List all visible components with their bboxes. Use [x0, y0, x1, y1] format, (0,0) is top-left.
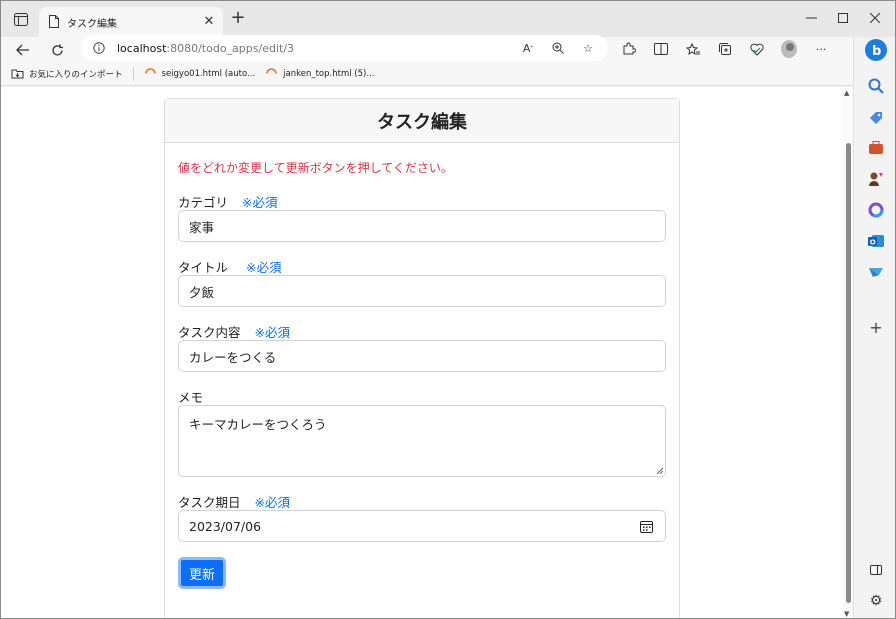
browser-window: タスク編集 ✕ + localhost:8080/todo_apps/edit/… [0, 0, 896, 619]
input-value: 家事 [189, 219, 215, 235]
edge-sidebar: b O + ⚙ [853, 37, 895, 618]
required-mark: ※必須 [254, 495, 290, 510]
read-aloud-icon[interactable]: Aᐩ [520, 40, 536, 56]
tab-title: タスク編集 [67, 18, 117, 30]
memo-textarea[interactable]: キーマカレーをつくろう [178, 405, 666, 477]
input-value: 2023/07/06 [189, 518, 262, 534]
url-path: :8080/todo_apps/edit/3 [166, 41, 295, 55]
field-memo: メモ キーマカレーをつくろう [178, 387, 666, 477]
more-options-icon[interactable]: ··· [813, 41, 829, 57]
url-text: localhost:8080/todo_apps/edit/3 [117, 42, 294, 55]
maximize-icon[interactable] [835, 10, 851, 26]
bookmark-import[interactable]: お気に入りのインポート [11, 67, 123, 80]
required-mark: ※必須 [246, 260, 282, 275]
textarea-value: キーマカレーをつくろう [189, 417, 327, 432]
page-scrollbar[interactable]: ▲ ▼ [843, 87, 853, 618]
due-date-input[interactable]: 2023/07/06 [178, 510, 666, 542]
field-title: タイトル ※必須 夕飯 [178, 257, 666, 307]
close-icon[interactable]: ✕ [201, 13, 217, 29]
field-category: カテゴリ ※必須 家事 [178, 192, 666, 242]
zoom-icon[interactable] [550, 40, 566, 56]
address-bar[interactable]: localhost:8080/todo_apps/edit/3 Aᐩ ☆ [81, 35, 608, 61]
navigation-bar: localhost:8080/todo_apps/edit/3 Aᐩ ☆ ··· [1, 35, 853, 62]
field-label: タスク内容 [178, 325, 241, 340]
task-content-input[interactable]: カレーをつくる [178, 340, 666, 372]
scroll-down-arrow-icon[interactable]: ▼ [844, 610, 849, 618]
page-title: タスク編集 [377, 111, 467, 133]
card-body: 値をどれか変更して更新ボタンを押してください。 カテゴリ ※必須 家事 タイトル… [165, 143, 679, 603]
shopping-tag-icon[interactable] [867, 109, 885, 127]
minimize-icon[interactable] [803, 10, 819, 26]
bookmark-divider [132, 66, 134, 81]
info-icon[interactable] [93, 39, 105, 58]
tab-actions-icon[interactable] [11, 10, 31, 28]
microsoft-365-icon[interactable] [867, 201, 885, 219]
search-icon[interactable] [867, 77, 885, 95]
loading-icon [266, 68, 277, 74]
svg-text:b: b [872, 44, 881, 59]
profile-avatar[interactable] [781, 40, 797, 58]
field-label: タスク期日 [178, 495, 241, 510]
bookmark-janken[interactable]: janken_top.html (5)... [265, 67, 374, 80]
input-value: 夕飯 [189, 284, 215, 300]
title-input[interactable]: 夕飯 [178, 275, 666, 307]
bookmark-seigyo[interactable]: seigyo01.html (auto... [144, 67, 256, 80]
card-header: タスク編集 [165, 99, 679, 143]
field-label: メモ [178, 390, 204, 405]
calendar-icon[interactable] [640, 520, 653, 533]
bookmarks-bar: お気に入りのインポート seigyo01.html (auto... janke… [1, 62, 853, 86]
edit-card: タスク編集 値をどれか変更して更新ボタンを押してください。 カテゴリ ※必須 家… [164, 98, 680, 618]
loading-icon [144, 68, 156, 74]
window-close-icon[interactable] [867, 10, 883, 26]
outlook-icon[interactable]: O [867, 232, 885, 250]
games-icon[interactable] [867, 170, 885, 188]
instruction-message: 値をどれか変更して更新ボタンを押してください。 [178, 161, 453, 175]
resize-handle-icon[interactable] [656, 467, 663, 474]
bing-chat-icon[interactable]: b [865, 39, 887, 61]
refresh-icon[interactable] [47, 40, 67, 60]
required-mark: ※必須 [254, 325, 290, 340]
add-icon[interactable]: + [867, 319, 885, 337]
favorites-icon[interactable] [685, 41, 701, 57]
favorite-star-icon[interactable]: ☆ [580, 40, 596, 56]
extensions-icon[interactable] [621, 41, 637, 57]
field-due-date: タスク期日 ※必須 2023/07/06 [178, 492, 666, 542]
update-button[interactable]: 更新 [178, 557, 226, 589]
new-tab-button[interactable]: + [229, 9, 247, 28]
tools-briefcase-icon[interactable] [867, 139, 885, 157]
page-icon [49, 13, 59, 32]
input-value: カレーをつくる [189, 349, 277, 365]
browser-essentials-icon[interactable] [749, 41, 765, 57]
bookmark-label: お気に入りのインポート [29, 69, 123, 80]
category-input[interactable]: 家事 [178, 210, 666, 242]
back-arrow-icon[interactable] [13, 40, 33, 60]
settings-gear-icon[interactable]: ⚙ [867, 592, 885, 610]
field-task-content: タスク内容 ※必須 カレーをつくる [178, 322, 666, 372]
scroll-thumb[interactable] [846, 143, 851, 603]
required-mark: ※必須 [242, 195, 278, 210]
scroll-up-arrow-icon[interactable]: ▲ [844, 89, 849, 97]
url-host: localhost [117, 41, 167, 55]
tab-bar: タスク編集 ✕ + [1, 1, 895, 37]
tab-active[interactable]: タスク編集 ✕ [39, 7, 223, 37]
send-icon[interactable] [867, 263, 885, 281]
field-label: タイトル [178, 260, 229, 275]
collections-icon[interactable] [717, 41, 733, 57]
split-screen-icon[interactable] [653, 41, 669, 57]
bookmark-label: seigyo01.html (auto... [161, 68, 256, 79]
page-content: タスク編集 値をどれか変更して更新ボタンを押してください。 カテゴリ ※必須 家… [1, 87, 853, 618]
field-label: カテゴリ [178, 195, 229, 210]
svg-text:O: O [870, 239, 876, 247]
import-folder-icon [11, 69, 24, 79]
bookmark-label: janken_top.html (5)... [283, 68, 375, 79]
sidebar-toggle-icon[interactable] [867, 561, 885, 579]
